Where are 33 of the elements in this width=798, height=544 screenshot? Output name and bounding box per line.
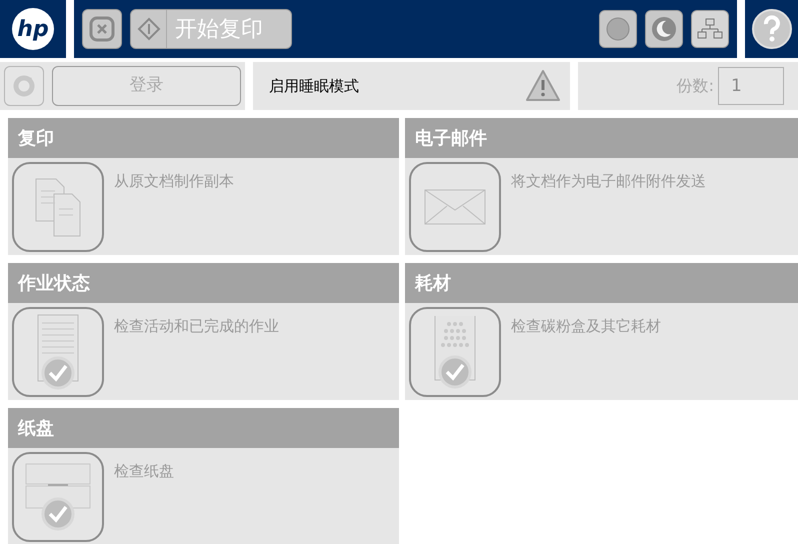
close-icon xyxy=(89,16,115,42)
sleep-button[interactable] xyxy=(645,10,683,48)
copy-documents-icon xyxy=(35,178,81,236)
help-button[interactable] xyxy=(752,9,792,49)
moon-icon xyxy=(650,15,678,43)
tile-description: 将文档作为电子邮件附件发送 xyxy=(511,171,706,192)
tile-description: 从原文档制作副本 xyxy=(114,171,234,192)
copies-label: 份数: xyxy=(676,75,714,97)
menu-tile[interactable]: 作业状态 检查活动和已完成的作业 xyxy=(8,263,399,400)
tile-title: 电子邮件 xyxy=(415,126,487,150)
network-button[interactable] xyxy=(691,10,729,48)
globe-button[interactable] xyxy=(599,10,637,48)
network-icon xyxy=(696,17,724,41)
checked-toner-icon xyxy=(434,314,476,390)
copies-field[interactable]: 1 xyxy=(718,67,784,105)
tile-description: 检查活动和已完成的作业 xyxy=(114,316,279,337)
cancel-button[interactable] xyxy=(82,9,122,49)
menu-tile[interactable]: 复印 从原文档制作副本 xyxy=(8,118,399,255)
hp-logo: hp xyxy=(12,8,54,50)
status-message: 启用睡眠模式 xyxy=(269,76,359,97)
menu-tile[interactable]: 电子邮件 将文档作为电子邮件附件发送 xyxy=(405,118,798,255)
menu-tile[interactable]: 耗材 检查碳粉盒及其它耗材 xyxy=(405,263,798,400)
warning-icon xyxy=(525,69,561,103)
tile-title: 作业状态 xyxy=(18,272,90,296)
checked-list-icon xyxy=(37,314,79,390)
tile-title: 纸盘 xyxy=(18,416,54,440)
tile-description: 检查碳粉盒及其它耗材 xyxy=(511,316,661,337)
envelope-icon xyxy=(424,189,486,225)
tile-description: 检查纸盘 xyxy=(114,461,174,482)
tile-title: 复印 xyxy=(18,126,54,150)
tile-title: 耗材 xyxy=(415,272,451,296)
checked-tray-icon xyxy=(25,462,91,532)
menu-tile[interactable]: 纸盘 检查纸盘 xyxy=(8,408,399,544)
